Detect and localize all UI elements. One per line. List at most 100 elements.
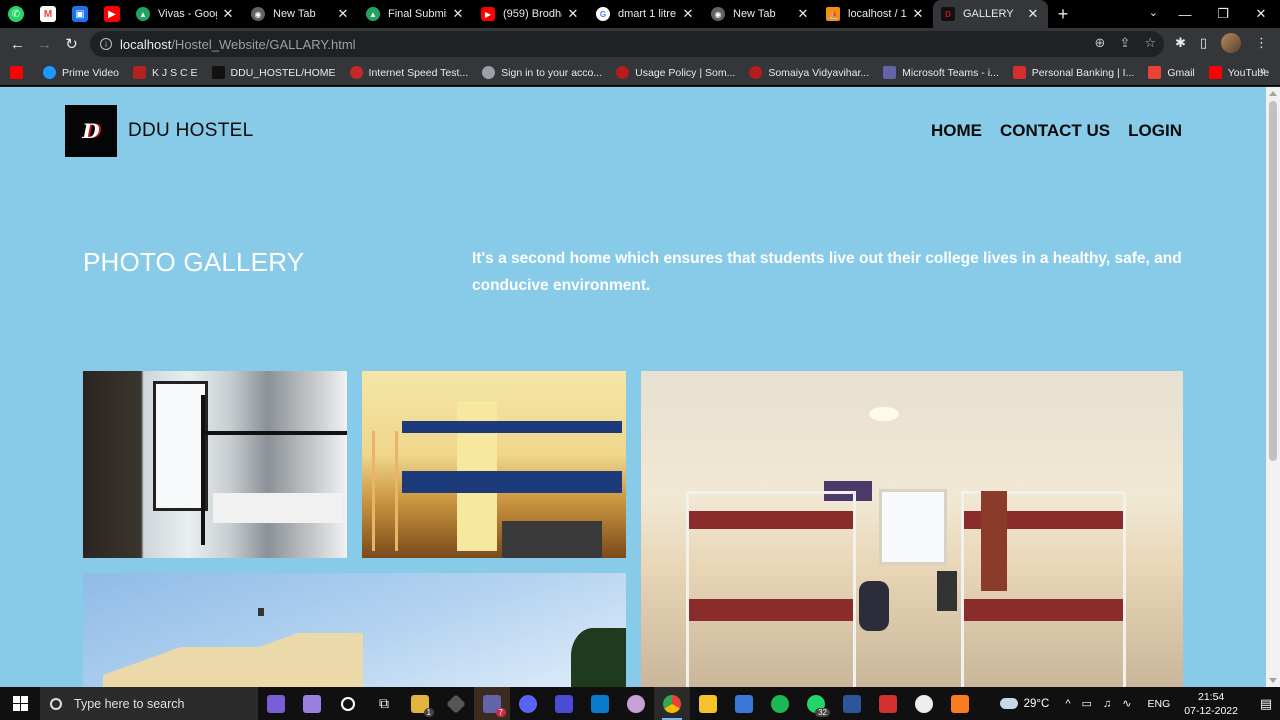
tab-label: Vivas - Google xyxy=(158,8,217,20)
taskbar-app-acrobat[interactable] xyxy=(870,687,906,720)
weather-widget[interactable]: 29°C xyxy=(999,698,1049,710)
tab[interactable]: ⛵ localhost / 12 ✕ xyxy=(818,0,933,28)
taskbar-app-chrome[interactable] xyxy=(654,687,690,720)
taskbar-app-discord[interactable] xyxy=(510,687,546,720)
language-indicator[interactable]: ENG xyxy=(1148,698,1171,710)
pinned-tab-gmail[interactable]: M xyxy=(32,0,64,28)
close-window-icon[interactable]: ✕ xyxy=(1242,0,1280,28)
close-icon[interactable]: ✕ xyxy=(796,6,810,22)
taskbar-task-view[interactable]: ⧉ xyxy=(366,687,402,720)
minimize-icon[interactable]: — xyxy=(1166,0,1204,28)
start-button[interactable] xyxy=(0,687,40,720)
scrollbar-thumb[interactable] xyxy=(1269,101,1277,461)
gallery-photo-4[interactable] xyxy=(83,573,626,687)
bookmark-usage-policy[interactable]: Usage Policy | Som... xyxy=(616,66,735,79)
tab[interactable]: Gdmart 1 litre ✕ xyxy=(588,0,703,28)
bookmark-sign-in[interactable]: Sign in to your acco... xyxy=(482,66,602,79)
gallery-photo-1[interactable] xyxy=(83,371,347,558)
close-icon[interactable]: ✕ xyxy=(1026,6,1040,22)
tab-search-icon[interactable]: ⌄ xyxy=(1149,6,1158,19)
google-drive-icon: ▲ xyxy=(366,7,380,21)
chrome-icon: ◉ xyxy=(711,7,725,21)
taskbar-app-studio[interactable] xyxy=(546,687,582,720)
close-icon[interactable]: ✕ xyxy=(566,6,580,22)
clock[interactable]: 21:54 07-12-2022 xyxy=(1184,690,1238,718)
scroll-up-icon[interactable] xyxy=(1269,91,1277,96)
site-info-icon[interactable]: i xyxy=(100,38,112,50)
taskbar-cortana[interactable] xyxy=(330,687,366,720)
tray-icons[interactable]: ^ ▭ ♫ ∿ xyxy=(1065,697,1135,710)
gallery-photo-2[interactable] xyxy=(362,371,626,558)
taskbar-app-teams[interactable]: 7 xyxy=(474,687,510,720)
extensions-icon[interactable]: ✱ xyxy=(1175,35,1186,51)
taskbar-app-clipchamp[interactable] xyxy=(258,687,294,720)
bookmark-label: Personal Banking | I... xyxy=(1031,66,1135,79)
tab[interactable]: ◉ New Tab ✕ xyxy=(703,0,818,28)
bookmark-ddu-hostel[interactable]: DDU_HOSTEL/HOME xyxy=(211,66,336,79)
close-icon[interactable]: ✕ xyxy=(336,6,350,22)
zoom-icon[interactable]: ⊕ xyxy=(1095,35,1106,51)
maximize-icon[interactable]: ❐ xyxy=(1204,0,1242,28)
scroll-down-icon[interactable] xyxy=(1269,678,1277,683)
taskbar-app-paint[interactable] xyxy=(618,687,654,720)
taskbar-app-xampp[interactable] xyxy=(942,687,978,720)
profile-avatar[interactable] xyxy=(1221,33,1241,53)
page-scrollbar[interactable] xyxy=(1266,87,1280,687)
taskbar-app-word[interactable] xyxy=(834,687,870,720)
bunk-rail xyxy=(201,431,347,435)
address-url[interactable]: localhost/Hostel_Website/GALLARY.html xyxy=(120,37,356,52)
gallery-photo-3[interactable] xyxy=(641,371,1183,687)
ladder xyxy=(372,431,398,551)
pinned-tab-whatsapp[interactable]: ✆ xyxy=(0,0,32,28)
taskbar-app-spotify[interactable] xyxy=(762,687,798,720)
tab[interactable]: ◉ New Tab ✕ xyxy=(243,0,358,28)
taskbar-app-files[interactable]: 1 xyxy=(402,687,438,720)
youtube-icon: ▶ xyxy=(481,7,495,21)
close-icon[interactable]: ✕ xyxy=(681,6,695,22)
site-logo[interactable]: D xyxy=(65,105,117,157)
taskbar-app-notes[interactable] xyxy=(294,687,330,720)
photo-window xyxy=(153,381,208,511)
taskbar-app-whatsapp[interactable]: 32 xyxy=(798,687,834,720)
pinned-tab-contacts[interactable]: ▣ xyxy=(64,0,96,28)
nav-home-link[interactable]: HOME xyxy=(931,121,982,141)
bookmark-speedtest[interactable]: Internet Speed Test... xyxy=(349,66,468,79)
taskbar-app-explorer[interactable] xyxy=(690,687,726,720)
pinned-tab-youtube[interactable]: ▶ xyxy=(96,0,128,28)
menu-dots-icon[interactable]: ⋮ xyxy=(1255,35,1268,51)
side-panel-icon[interactable]: ▯ xyxy=(1200,35,1207,51)
tab[interactable]: ▶ (959) Brodha ✕ xyxy=(473,0,588,28)
bookmark-star-icon[interactable]: ☆ xyxy=(1144,35,1156,51)
close-icon[interactable]: ✕ xyxy=(451,6,465,22)
more-bookmarks-icon[interactable]: » xyxy=(1260,65,1266,77)
bookmark-somaiya[interactable]: Somaiya Vidyavihar... xyxy=(749,66,869,79)
address-bar[interactable]: i localhost/Hostel_Website/GALLARY.html … xyxy=(90,31,1164,57)
share-icon[interactable]: ⇪ xyxy=(1119,35,1130,51)
nav-contact-link[interactable]: CONTACT US xyxy=(1000,121,1110,141)
tab-active[interactable]: D GALLERY ✕ xyxy=(933,0,1048,28)
bookmark-youtube[interactable] xyxy=(10,66,29,79)
bookmark-prime-video[interactable]: Prime Video xyxy=(43,66,119,79)
taskbar-app-vscode[interactable] xyxy=(582,687,618,720)
new-tab-button[interactable]: + xyxy=(1048,4,1078,25)
windows-taskbar: Type here to search ⧉ 1 7 32 29°C ^ ▭ ♫ … xyxy=(0,687,1280,720)
bookmark-teams[interactable]: Microsoft Teams - i... xyxy=(883,66,999,79)
bookmark-kjsce[interactable]: K J S C E xyxy=(133,66,198,79)
tree xyxy=(571,628,626,687)
taskbar-app-unity[interactable] xyxy=(438,687,474,720)
nav-login-link[interactable]: LOGIN xyxy=(1128,121,1182,141)
reload-icon[interactable]: ↻ xyxy=(58,30,85,58)
taskbar-app-notepad[interactable] xyxy=(726,687,762,720)
close-icon[interactable]: ✕ xyxy=(911,6,925,22)
tab[interactable]: ▲ Vivas - Google ✕ xyxy=(128,0,243,28)
taskbar-search[interactable]: Type here to search xyxy=(40,687,258,720)
close-icon[interactable]: ✕ xyxy=(221,6,235,22)
notification-icon[interactable]: ▤ xyxy=(1252,696,1280,712)
tab[interactable]: ▲ Final Submissi ✕ xyxy=(358,0,473,28)
bookmark-gmail[interactable]: Gmail xyxy=(1148,66,1195,79)
extension-area: ✱ ▯ ⋮ xyxy=(1175,33,1268,53)
forward-icon[interactable]: → xyxy=(31,30,58,58)
bookmark-banking[interactable]: Personal Banking | I... xyxy=(1012,66,1135,79)
back-icon[interactable]: ← xyxy=(4,30,31,58)
taskbar-app-obs[interactable] xyxy=(906,687,942,720)
